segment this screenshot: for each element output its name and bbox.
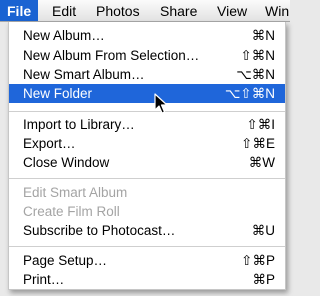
menu-item-label: Export… bbox=[23, 136, 76, 151]
menu-item-page-setup[interactable]: Page Setup… ⇧⌘P bbox=[9, 251, 285, 270]
menu-item-label: Print… bbox=[23, 272, 65, 287]
menu-separator bbox=[9, 178, 285, 179]
menu-item-edit-smart-album: Edit Smart Album bbox=[9, 183, 285, 202]
menu-item-label: New Album From Selection… bbox=[23, 48, 200, 63]
menu-item-shortcut: ⌘N bbox=[251, 28, 275, 43]
menu-bar: File Edit Photos Share View Win bbox=[0, 0, 290, 22]
menu-separator bbox=[9, 246, 285, 247]
arrow-cursor-icon bbox=[154, 93, 168, 114]
menubar-share[interactable]: Share bbox=[153, 0, 204, 21]
menu-item-new-album[interactable]: New Album… ⌘N bbox=[9, 26, 285, 45]
file-menu: New Album… ⌘N New Album From Selection… … bbox=[8, 22, 286, 290]
menu-item-shortcut: ⇧⌘I bbox=[246, 117, 275, 132]
menu-item-label: Edit Smart Album bbox=[23, 185, 128, 200]
menubar-view[interactable]: View bbox=[210, 0, 254, 21]
menu-item-import-to-library[interactable]: Import to Library… ⇧⌘I bbox=[9, 115, 285, 134]
menu-item-shortcut: ⇧⌘P bbox=[241, 253, 275, 268]
menubar-file[interactable]: File bbox=[0, 0, 39, 21]
menu-item-label: Page Setup… bbox=[23, 253, 108, 268]
menu-item-shortcut: ⌥⌘N bbox=[236, 67, 275, 82]
menu-item-create-film-roll: Create Film Roll bbox=[9, 202, 285, 221]
menu-item-export[interactable]: Export… ⇧⌘E bbox=[9, 134, 285, 153]
menu-item-label: New Folder bbox=[23, 86, 93, 101]
menu-item-new-album-from-selection[interactable]: New Album From Selection… ⇧⌘N bbox=[9, 46, 285, 65]
menu-item-new-smart-album[interactable]: New Smart Album… ⌥⌘N bbox=[9, 65, 285, 84]
menu-item-shortcut: ⌘P bbox=[252, 272, 275, 287]
menubar-window[interactable]: Win bbox=[258, 0, 290, 21]
menu-item-shortcut: ⌘W bbox=[248, 155, 275, 170]
menu-item-label: New Album… bbox=[23, 28, 105, 43]
menubar-photos[interactable]: Photos bbox=[89, 0, 147, 21]
menu-item-label: Create Film Roll bbox=[23, 204, 120, 219]
menu-item-new-folder[interactable]: New Folder ⌥⇧⌘N bbox=[9, 84, 285, 103]
menu-item-label: Subscribe to Photocast… bbox=[23, 223, 176, 238]
menu-item-close-window[interactable]: Close Window ⌘W bbox=[9, 153, 285, 172]
menu-item-label: Import to Library… bbox=[23, 117, 135, 132]
menu-item-shortcut: ⌥⇧⌘N bbox=[224, 86, 275, 101]
menu-item-label: Close Window bbox=[23, 155, 110, 170]
menu-item-subscribe-to-photocast[interactable]: Subscribe to Photocast… ⌘U bbox=[9, 221, 285, 240]
menu-item-print[interactable]: Print… ⌘P bbox=[9, 270, 285, 289]
menubar-edit[interactable]: Edit bbox=[45, 0, 83, 21]
menu-item-shortcut: ⇧⌘E bbox=[241, 136, 275, 151]
menu-item-shortcut: ⇧⌘N bbox=[240, 48, 275, 63]
menu-item-shortcut: ⌘U bbox=[251, 223, 275, 238]
menu-item-label: New Smart Album… bbox=[23, 67, 145, 82]
menu-separator bbox=[9, 111, 285, 112]
